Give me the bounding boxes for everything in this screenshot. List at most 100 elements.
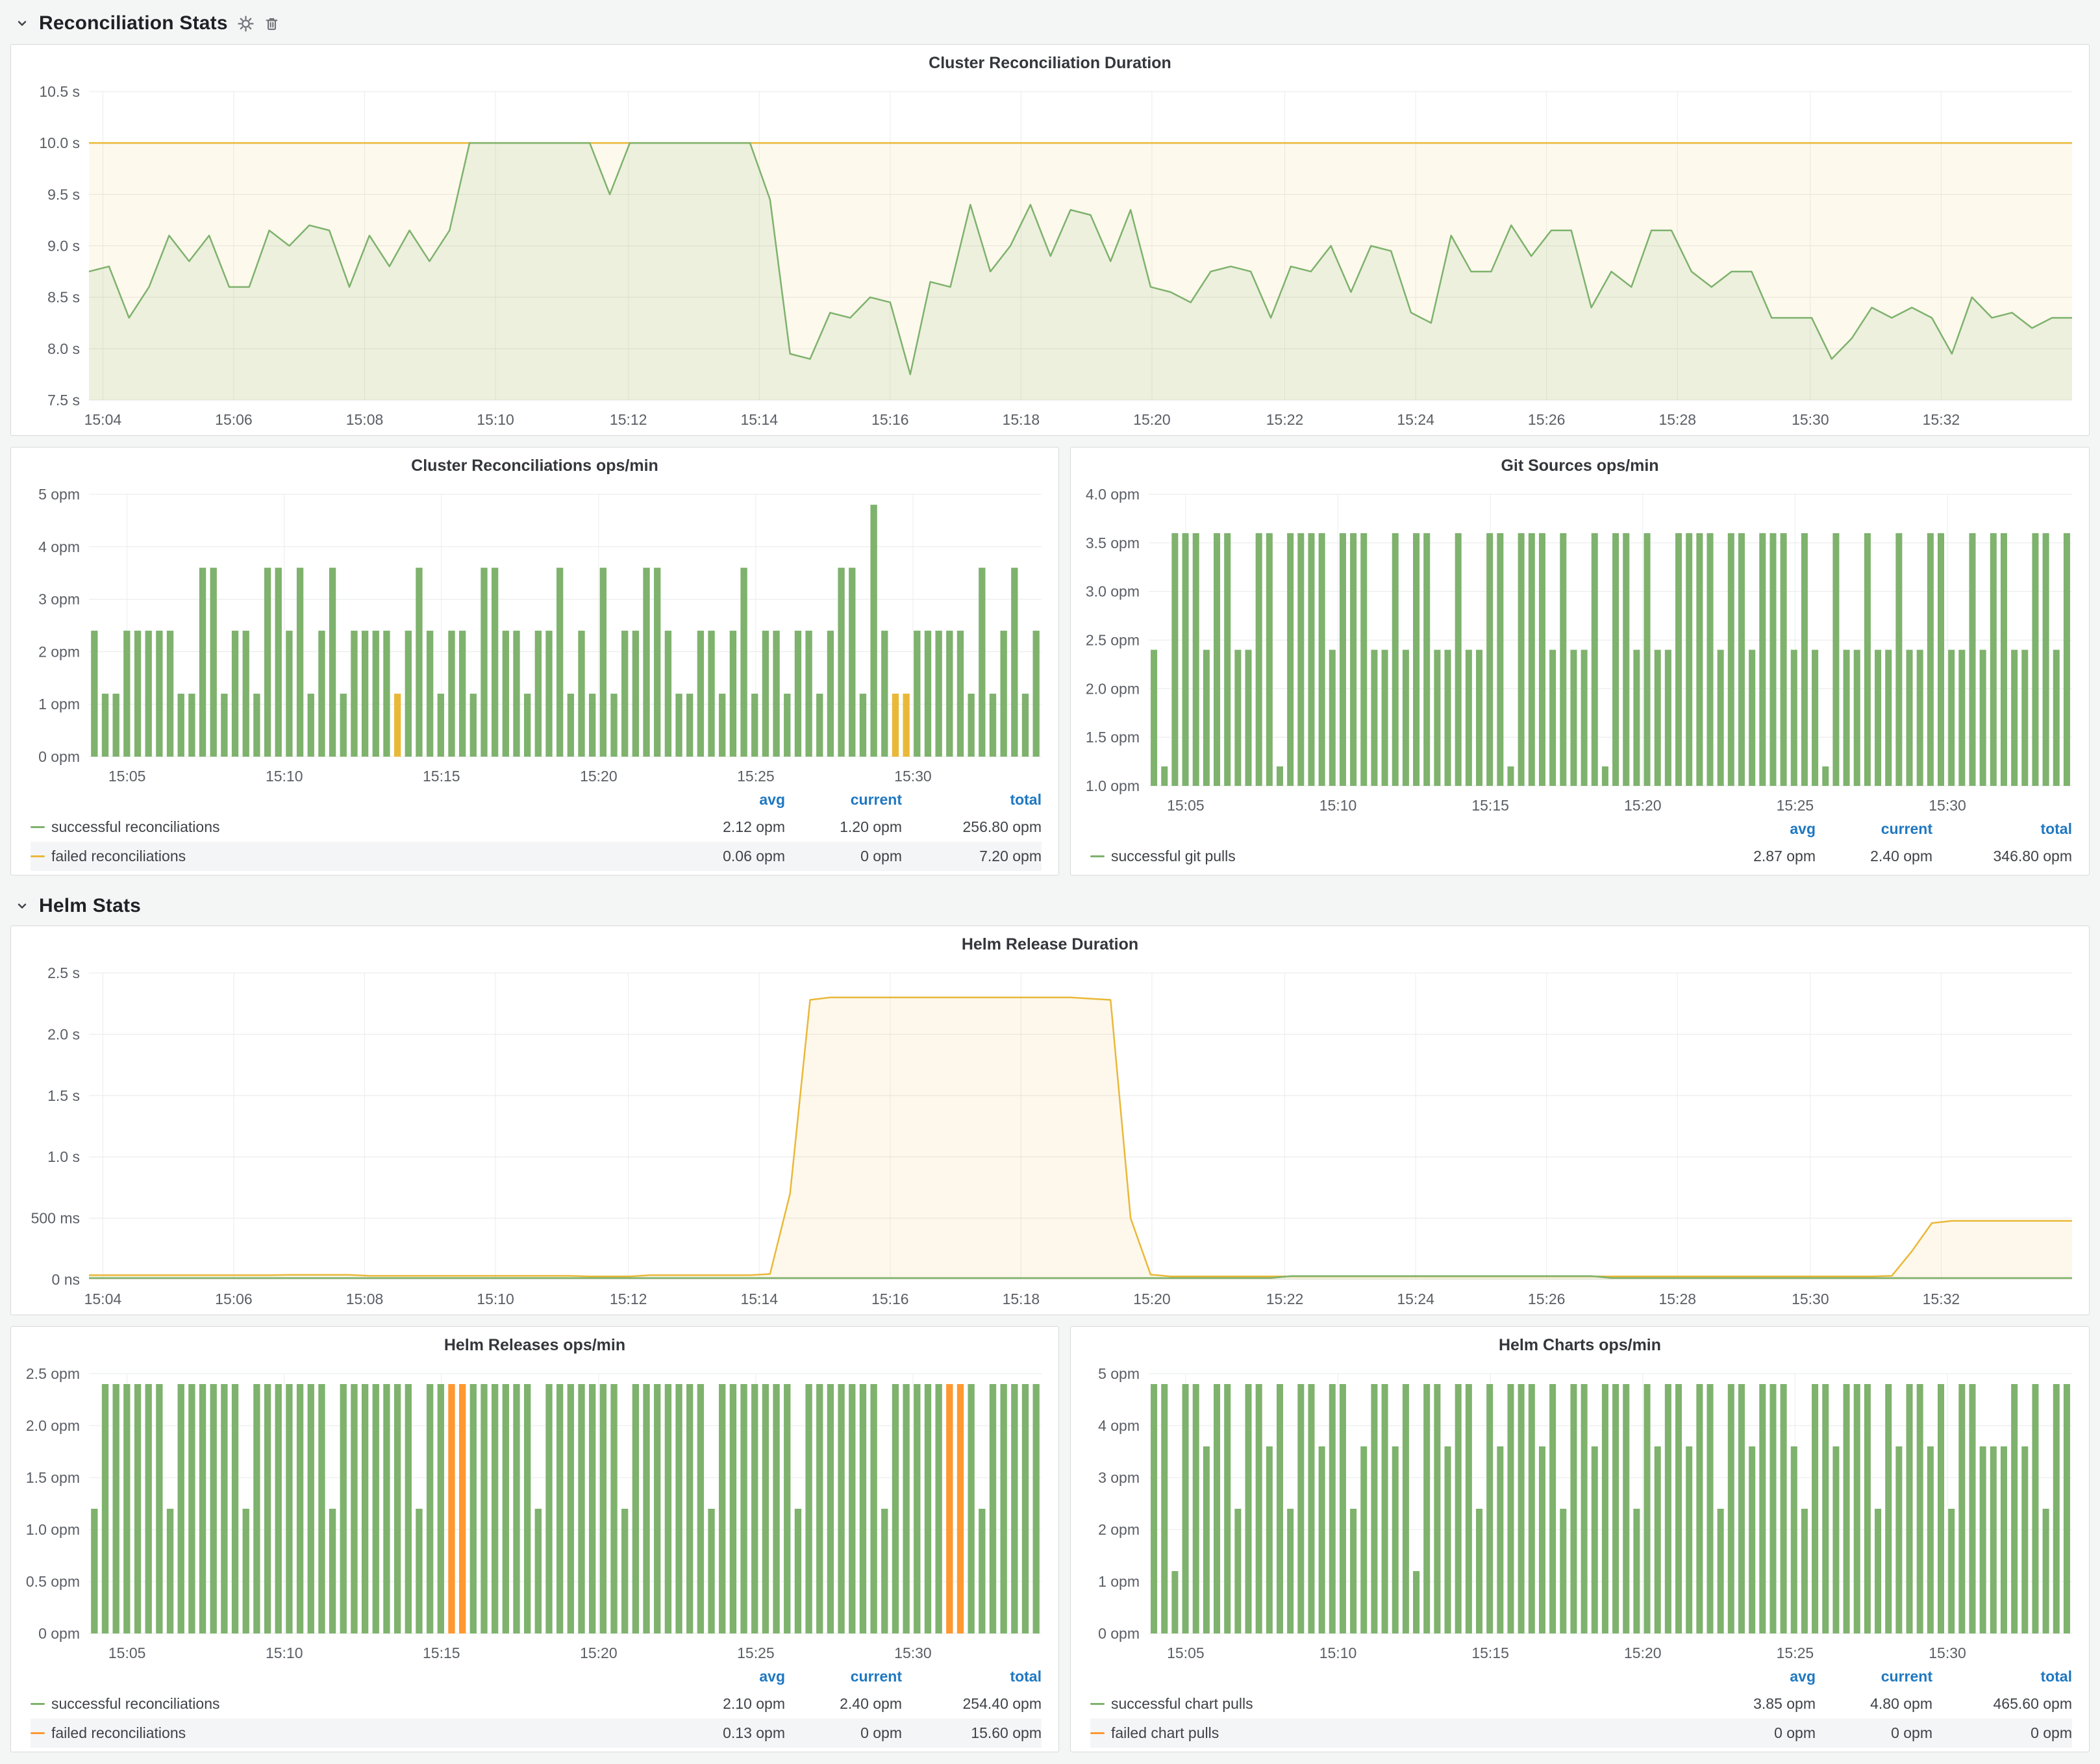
panel-helm-releases-opm: Helm Releases ops/min 0 opm0.5 opm1.0 op… xyxy=(10,1326,1059,1752)
svg-text:15:10: 15:10 xyxy=(266,1644,303,1661)
legend-col-total[interactable]: total xyxy=(1932,820,2072,838)
svg-text:15:20: 15:20 xyxy=(580,1644,618,1661)
svg-text:8.0 s: 8.0 s xyxy=(47,340,80,357)
legend: avg current total successful chart pulls… xyxy=(1071,1663,2089,1748)
svg-text:15:26: 15:26 xyxy=(1528,1291,1566,1307)
svg-text:1.0 opm: 1.0 opm xyxy=(1086,777,1140,794)
legend-col-current[interactable]: current xyxy=(1816,820,1932,838)
chevron-down-icon[interactable] xyxy=(14,898,30,914)
legend-series-label[interactable]: failed chart pulls xyxy=(1111,1724,1219,1742)
trash-icon[interactable] xyxy=(264,16,280,32)
svg-text:3 opm: 3 opm xyxy=(38,591,80,608)
legend-current-value: 0 opm xyxy=(785,1724,902,1742)
svg-text:500 ms: 500 ms xyxy=(31,1210,80,1227)
legend-col-avg[interactable]: avg xyxy=(668,791,785,809)
svg-text:15:22: 15:22 xyxy=(1266,1291,1304,1307)
svg-text:15:05: 15:05 xyxy=(1167,1644,1205,1661)
legend-col-current[interactable]: current xyxy=(1816,1668,1932,1685)
legend-row-successful-chart-pulls[interactable]: successful chart pulls 3.85 opm 4.80 opm… xyxy=(1090,1689,2072,1719)
legend-row-failed-reconciliations[interactable]: failed reconciliations 0.13 opm 0 opm 15… xyxy=(31,1719,1042,1748)
legend-col-current[interactable]: current xyxy=(785,1668,902,1685)
svg-text:15:22: 15:22 xyxy=(1266,411,1304,428)
legend-row-failed-reconciliations[interactable]: failed reconciliations 0.06 opm 0 opm 7.… xyxy=(31,842,1042,871)
section-title[interactable]: Helm Stats xyxy=(39,895,141,917)
panel-title[interactable]: Cluster Reconciliation Duration xyxy=(11,45,2089,81)
svg-text:2.5 s: 2.5 s xyxy=(47,964,80,981)
svg-text:10.0 s: 10.0 s xyxy=(39,134,80,151)
legend-col-avg[interactable]: avg xyxy=(668,1668,785,1685)
svg-text:2.0 s: 2.0 s xyxy=(47,1026,80,1042)
panel-git-sources-opm: Git Sources ops/min 1.0 opm1.5 opm2.0 op… xyxy=(1070,447,2090,876)
svg-text:9.5 s: 9.5 s xyxy=(47,186,80,203)
panel-title[interactable]: Helm Release Duration xyxy=(11,926,2089,963)
legend-row-successful-reconciliations[interactable]: successful reconciliations 2.12 opm 1.20… xyxy=(31,813,1042,842)
svg-text:3 opm: 3 opm xyxy=(1098,1469,1140,1486)
legend-avg-value: 0 opm xyxy=(1699,1724,1816,1742)
legend-series-label[interactable]: failed reconciliations xyxy=(51,1724,186,1742)
svg-text:3.0 opm: 3.0 opm xyxy=(1086,583,1140,600)
legend-row-failed-chart-pulls[interactable]: failed chart pulls 0 opm 0 opm 0 opm xyxy=(1090,1719,2072,1748)
svg-text:10.5 s: 10.5 s xyxy=(39,83,80,100)
legend-col-total[interactable]: total xyxy=(1932,1668,2072,1685)
svg-text:0 opm: 0 opm xyxy=(1098,1625,1140,1642)
svg-text:15:06: 15:06 xyxy=(215,1291,253,1307)
helm-releases-chart[interactable]: 0 opm0.5 opm1.0 opm1.5 opm2.0 opm2.5 opm… xyxy=(11,1363,1058,1663)
svg-text:15:14: 15:14 xyxy=(740,411,778,428)
helm-charts-chart[interactable]: 0 opm1 opm2 opm3 opm4 opm5 opm15:0515:10… xyxy=(1071,1363,2089,1663)
svg-text:15:10: 15:10 xyxy=(477,411,514,428)
legend-series-label[interactable]: successful chart pulls xyxy=(1111,1695,1253,1713)
panel-title[interactable]: Cluster Reconciliations ops/min xyxy=(11,447,1058,484)
legend-series-label[interactable]: successful git pulls xyxy=(1111,848,1236,865)
series-marker xyxy=(1090,855,1105,857)
legend-current-value: 1.20 opm xyxy=(785,818,902,836)
panel-title[interactable]: Helm Releases ops/min xyxy=(11,1327,1058,1363)
svg-text:0 ns: 0 ns xyxy=(52,1271,80,1288)
legend-series-label[interactable]: successful reconciliations xyxy=(51,818,220,836)
svg-text:15:28: 15:28 xyxy=(1658,411,1696,428)
legend-series-label[interactable]: successful reconciliations xyxy=(51,1695,220,1713)
svg-text:15:04: 15:04 xyxy=(84,1291,122,1307)
series-marker xyxy=(1090,1732,1105,1734)
svg-text:15:20: 15:20 xyxy=(1624,797,1662,814)
section-header-helm-stats[interactable]: Helm Stats xyxy=(10,887,2090,926)
svg-text:15:08: 15:08 xyxy=(346,411,384,428)
legend-current-value: 0 opm xyxy=(1816,1724,1932,1742)
legend-col-avg[interactable]: avg xyxy=(1699,820,1816,838)
cluster-reconciliation-duration-chart[interactable]: 7.5 s8.0 s8.5 s9.0 s9.5 s10.0 s10.5 s15:… xyxy=(11,81,2089,430)
legend-current-value: 2.40 opm xyxy=(785,1695,902,1713)
svg-text:5 opm: 5 opm xyxy=(38,486,80,503)
gear-icon[interactable] xyxy=(237,15,255,32)
svg-text:4 opm: 4 opm xyxy=(38,538,80,555)
series-marker xyxy=(31,855,45,857)
section-title[interactable]: Reconciliation Stats xyxy=(39,12,228,34)
panel-title[interactable]: Git Sources ops/min xyxy=(1071,447,2089,484)
svg-text:1.0 s: 1.0 s xyxy=(47,1148,80,1165)
legend-col-current[interactable]: current xyxy=(785,791,902,809)
svg-text:3.5 opm: 3.5 opm xyxy=(1086,535,1140,551)
legend-row-successful-reconciliations[interactable]: successful reconciliations 2.10 opm 2.40… xyxy=(31,1689,1042,1719)
legend-total-value: 256.80 opm xyxy=(902,818,1042,836)
panel-title[interactable]: Helm Charts ops/min xyxy=(1071,1327,2089,1363)
section-header-reconciliation-stats[interactable]: Reconciliation Stats xyxy=(10,4,2090,43)
svg-text:15:10: 15:10 xyxy=(1319,1644,1357,1661)
svg-text:15:05: 15:05 xyxy=(1167,797,1205,814)
cluster-reconciliations-chart[interactable]: 0 opm1 opm2 opm3 opm4 opm5 opm15:0515:10… xyxy=(11,484,1058,787)
legend-col-total[interactable]: total xyxy=(902,791,1042,809)
chevron-down-icon[interactable] xyxy=(14,16,30,31)
svg-text:1.5 opm: 1.5 opm xyxy=(1086,729,1140,746)
legend-avg-value: 0.06 opm xyxy=(668,848,785,865)
svg-text:1.0 opm: 1.0 opm xyxy=(26,1521,80,1538)
svg-text:0 opm: 0 opm xyxy=(38,1625,80,1642)
legend-current-value: 4.80 opm xyxy=(1816,1695,1932,1713)
legend-series-label[interactable]: failed reconciliations xyxy=(51,848,186,865)
helm-release-duration-chart[interactable]: 0 ns500 ms1.0 s1.5 s2.0 s2.5 s15:0415:06… xyxy=(11,963,2089,1309)
legend-row-successful-git-pulls[interactable]: successful git pulls 2.87 opm 2.40 opm 3… xyxy=(1090,842,2072,871)
legend-avg-value: 2.12 opm xyxy=(668,818,785,836)
svg-text:15:18: 15:18 xyxy=(1003,1291,1040,1307)
svg-text:5 opm: 5 opm xyxy=(1098,1365,1140,1382)
svg-text:2.5 opm: 2.5 opm xyxy=(1086,632,1140,649)
git-sources-chart[interactable]: 1.0 opm1.5 opm2.0 opm2.5 opm3.0 opm3.5 o… xyxy=(1071,484,2089,816)
svg-text:1 opm: 1 opm xyxy=(38,696,80,712)
legend-col-total[interactable]: total xyxy=(902,1668,1042,1685)
legend-col-avg[interactable]: avg xyxy=(1699,1668,1816,1685)
